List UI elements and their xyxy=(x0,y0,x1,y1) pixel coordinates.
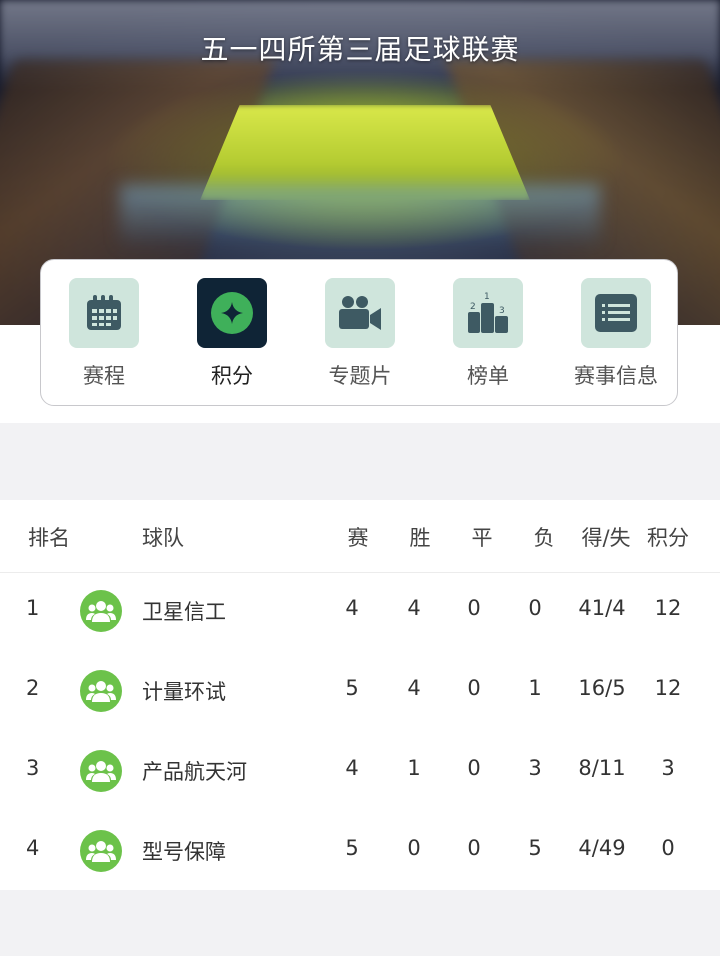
menu-item-points[interactable]: 积分 xyxy=(177,278,287,390)
row-rank: 3 xyxy=(26,756,40,780)
svg-text:3: 3 xyxy=(499,306,505,316)
calendar-icon xyxy=(69,278,139,348)
nav-menu-card: 赛程 积分 专题片 1 2 3 榜单 赛事信息 xyxy=(40,259,678,406)
list-icon xyxy=(581,278,651,348)
team-avatar-icon xyxy=(80,670,122,712)
table-row[interactable]: 4 型号保障 5 0 0 5 4/49 0 xyxy=(0,812,720,892)
row-played: 4 xyxy=(345,756,359,780)
points-icon xyxy=(197,278,267,348)
row-lost: 1 xyxy=(528,676,542,700)
page-title: 五一四所第三届足球联赛 xyxy=(200,33,520,66)
svg-text:2: 2 xyxy=(470,302,476,312)
podium-icon: 1 2 3 xyxy=(453,278,523,348)
row-goals: 41/4 xyxy=(578,596,626,620)
row-draw: 0 xyxy=(467,756,481,780)
row-won: 1 xyxy=(407,756,421,780)
row-played: 5 xyxy=(345,676,359,700)
menu-label-event-info: 赛事信息 xyxy=(574,364,658,388)
table-row[interactable]: 3 产品航天河 4 1 0 3 8/11 3 xyxy=(0,732,720,812)
row-team: 型号保障 xyxy=(142,840,226,864)
row-won: 4 xyxy=(407,596,421,620)
svg-text:1: 1 xyxy=(484,292,490,302)
menu-item-event-info[interactable]: 赛事信息 xyxy=(561,278,671,390)
row-played: 4 xyxy=(345,596,359,620)
row-played: 5 xyxy=(345,836,359,860)
team-avatar-icon xyxy=(80,830,122,872)
row-goals: 8/11 xyxy=(578,756,626,780)
row-goals: 16/5 xyxy=(578,676,626,700)
stadium-lights xyxy=(120,185,600,245)
row-lost: 3 xyxy=(528,756,542,780)
row-points: 3 xyxy=(661,756,675,780)
header-lost: 负 xyxy=(533,526,555,550)
team-avatar-icon xyxy=(80,750,122,792)
row-won: 4 xyxy=(407,676,421,700)
header-played: 赛 xyxy=(347,526,369,550)
row-points: 12 xyxy=(654,676,682,700)
row-won: 0 xyxy=(407,836,421,860)
row-rank: 4 xyxy=(26,836,40,860)
row-draw: 0 xyxy=(467,836,481,860)
row-draw: 0 xyxy=(467,676,481,700)
table-row[interactable]: 2 计量环试 5 4 0 1 16/5 12 xyxy=(0,652,720,732)
row-team: 计量环试 xyxy=(142,680,226,704)
row-rank: 1 xyxy=(26,596,40,620)
menu-label-points: 积分 xyxy=(211,364,253,388)
row-lost: 5 xyxy=(528,836,542,860)
video-camera-icon xyxy=(325,278,395,348)
header-rank: 排名 xyxy=(28,526,70,550)
row-team: 卫星信工 xyxy=(142,600,226,624)
menu-label-rankings: 榜单 xyxy=(467,364,509,388)
menu-item-schedule[interactable]: 赛程 xyxy=(49,278,159,390)
menu-label-schedule: 赛程 xyxy=(83,364,125,388)
row-draw: 0 xyxy=(467,596,481,620)
row-rank: 2 xyxy=(26,676,40,700)
header-team: 球队 xyxy=(142,526,184,550)
header-goals: 得/失 xyxy=(581,526,631,550)
row-points: 12 xyxy=(654,596,682,620)
row-points: 0 xyxy=(661,836,675,860)
row-lost: 0 xyxy=(528,596,542,620)
header-draw: 平 xyxy=(471,526,493,550)
row-team: 产品航天河 xyxy=(142,760,247,784)
standings-table: 排名 球队 赛 胜 平 负 得/失 积分 1 卫星信工 4 4 0 0 41/4… xyxy=(0,500,720,890)
menu-item-feature-video[interactable]: 专题片 xyxy=(305,278,415,390)
team-avatar-icon xyxy=(80,590,122,632)
header-points: 积分 xyxy=(647,526,689,550)
menu-label-feature-video: 专题片 xyxy=(328,364,392,388)
header-won: 胜 xyxy=(409,526,431,550)
menu-item-rankings[interactable]: 1 2 3 榜单 xyxy=(433,278,543,390)
row-goals: 4/49 xyxy=(578,836,626,860)
table-row[interactable]: 1 卫星信工 4 4 0 0 41/4 12 xyxy=(0,572,720,652)
table-header: 排名 球队 赛 胜 平 负 得/失 积分 xyxy=(0,500,720,573)
